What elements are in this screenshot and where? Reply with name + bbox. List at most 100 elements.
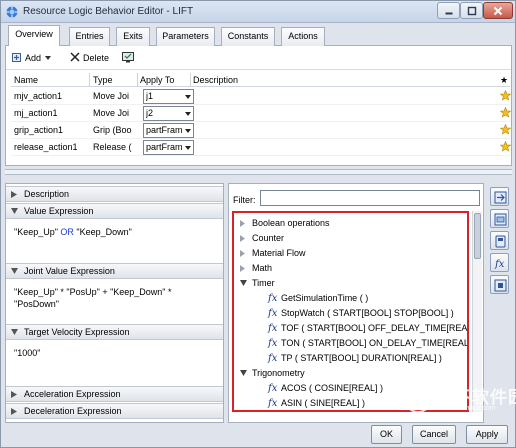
tab-entries[interactable]: Entries <box>69 27 110 46</box>
star-icon[interactable] <box>500 141 511 152</box>
apply-to-combobox[interactable]: partFram <box>143 140 194 155</box>
chevron-right-icon[interactable] <box>240 265 245 272</box>
tree-node-timer[interactable]: Timer <box>240 277 460 291</box>
fx-icon: fx <box>268 293 278 304</box>
section-header-description[interactable]: Description <box>6 186 223 202</box>
table-row[interactable]: grip_action1 Grip (Boo partFram <box>11 122 511 139</box>
column-header-type[interactable]: Type <box>93 74 133 86</box>
section-header-target-velocity-expression[interactable]: Target Velocity Expression <box>6 324 223 340</box>
filter-input[interactable] <box>260 190 480 206</box>
view-button[interactable] <box>122 50 136 66</box>
cell-name: mj_action1 <box>14 108 58 118</box>
table-row[interactable]: release_action1 Release ( partFram <box>11 139 511 156</box>
section-header-joint-value-expression[interactable]: Joint Value Expression <box>6 263 223 279</box>
apply-to-combobox[interactable]: j1 <box>143 89 194 104</box>
function-signature: ASIN ( SINE[REAL] ) <box>281 398 366 408</box>
combobox-value: j1 <box>146 91 154 101</box>
cancel-button[interactable]: Cancel <box>412 425 456 444</box>
maximize-button[interactable] <box>460 2 483 19</box>
apply-button[interactable]: Apply <box>466 425 508 444</box>
tree-node-boolean-operations[interactable]: Boolean operations <box>240 217 460 231</box>
joint-value-expression-editor[interactable]: "Keep_Up" * "PosUp" + "Keep_Down" * "Pos… <box>14 286 219 310</box>
section-title: Value Expression <box>24 206 94 216</box>
scrollbar-thumb[interactable] <box>474 213 481 259</box>
section-title: Acceleration Expression <box>24 389 121 399</box>
chevron-right-icon <box>11 191 17 198</box>
section-header-value-expression[interactable]: Value Expression <box>6 203 223 219</box>
splitter-handle[interactable] <box>5 169 512 175</box>
tree-leaf-function[interactable]: fx GetSimulationTime ( ) <box>268 292 464 306</box>
insert-constant-button[interactable] <box>490 231 509 250</box>
star-icon[interactable] <box>500 90 511 101</box>
star-icon[interactable] <box>500 107 511 118</box>
value-expression-editor[interactable]: "Keep_Up" OR "Keep_Down" <box>14 226 219 238</box>
add-button[interactable]: Add <box>12 50 64 66</box>
star-icon[interactable] <box>500 124 511 135</box>
tab-parameters[interactable]: Parameters <box>156 27 215 46</box>
fx-icon: fx <box>268 383 278 394</box>
ok-button[interactable]: OK <box>371 425 402 444</box>
minimize-button[interactable] <box>437 2 460 19</box>
section-header-acceleration-expression[interactable]: Acceleration Expression <box>6 386 223 402</box>
table-row[interactable]: mjv_action1 Move Joi j1 <box>11 88 511 105</box>
expression-text: "Keep_Up" <box>14 227 61 237</box>
tab-exits[interactable]: Exits <box>116 27 150 46</box>
combobox-value: partFram <box>146 142 182 152</box>
tree-node-math[interactable]: Math <box>240 262 460 276</box>
chevron-down-icon <box>11 329 18 335</box>
tree-node-label: Counter <box>252 233 285 243</box>
function-signature: TOF ( START[BOOL] OFF_DELAY_TIME[REAL] ) <box>281 323 469 333</box>
column-header-description[interactable]: Description <box>193 74 273 86</box>
tree-node-label: Trigonometry <box>252 368 305 378</box>
chevron-right-icon[interactable] <box>240 235 245 242</box>
table-row[interactable]: mj_action1 Move Joi j2 <box>11 105 511 122</box>
target-velocity-expression-editor[interactable]: "1000" <box>14 347 219 359</box>
filter-label: Filter: <box>233 195 256 205</box>
chevron-down-icon <box>185 129 191 133</box>
column-header-favorite[interactable]: ★ <box>500 74 510 86</box>
column-divider[interactable] <box>89 73 90 87</box>
delete-button[interactable]: Delete <box>70 50 118 66</box>
close-icon <box>493 6 503 15</box>
insert-entry-button[interactable] <box>490 209 509 228</box>
tree-node-label: Material Flow <box>252 248 306 258</box>
chevron-right-icon[interactable] <box>240 220 245 227</box>
function-signature: TON ( START[BOOL] ON_DELAY_TIME[REAL] ) <box>281 338 469 348</box>
column-divider[interactable] <box>190 73 191 87</box>
tree-leaf-function[interactable]: fx TON ( START[BOOL] ON_DELAY_TIME[REAL]… <box>268 337 467 351</box>
column-header-name[interactable]: Name <box>14 74 84 86</box>
insert-function-button[interactable]: fx <box>490 253 509 272</box>
add-icon <box>12 53 21 62</box>
tree-node-counter[interactable]: Counter <box>240 232 460 246</box>
chevron-right-icon[interactable] <box>240 250 245 257</box>
tab-label: Overview <box>15 29 53 39</box>
title-bar[interactable]: Resource Logic Behavior Editor - LIFT <box>1 1 515 23</box>
window-title: Resource Logic Behavior Editor - LIFT <box>23 6 194 17</box>
chevron-down-icon <box>185 95 191 99</box>
tab-overview[interactable]: Overview <box>8 25 60 47</box>
fx-icon: fx <box>268 323 278 334</box>
cell-type: Move Joi <box>93 108 130 118</box>
section-header-deceleration-expression[interactable]: Deceleration Expression <box>6 403 223 419</box>
button-label: Cancel <box>419 429 448 439</box>
tab-constants[interactable]: Constants <box>221 27 275 46</box>
tree-leaf-function[interactable]: fx TP ( START[BOOL] DURATION[REAL] ) <box>268 352 464 366</box>
close-button[interactable] <box>483 2 513 19</box>
apply-to-combobox[interactable]: partFram <box>143 123 194 138</box>
add-label: Add <box>25 53 42 63</box>
actions-panel: Add Delete Name Type Apply To Descriptio… <box>5 46 512 166</box>
cell-type: Move Joi <box>93 91 130 101</box>
chevron-down-icon[interactable] <box>240 280 247 286</box>
button-label: OK <box>379 429 393 439</box>
tree-leaf-function[interactable]: fx TOF ( START[BOOL] OFF_DELAY_TIME[REAL… <box>268 322 467 336</box>
apply-to-combobox[interactable]: j2 <box>143 106 194 121</box>
tree-node-trigonometry[interactable]: Trigonometry <box>240 367 460 381</box>
column-divider[interactable] <box>137 73 138 87</box>
chevron-down-icon[interactable] <box>240 370 247 376</box>
tree-leaf-function[interactable]: fx StopWatch ( START[BOOL] STOP[BOOL] ) <box>268 307 464 321</box>
insert-exit-button[interactable] <box>490 275 509 294</box>
column-header-apply-to[interactable]: Apply To <box>140 74 190 86</box>
insert-parameter-button[interactable] <box>490 187 509 206</box>
tab-actions[interactable]: Actions <box>281 27 325 46</box>
tree-node-material-flow[interactable]: Material Flow <box>240 247 460 261</box>
